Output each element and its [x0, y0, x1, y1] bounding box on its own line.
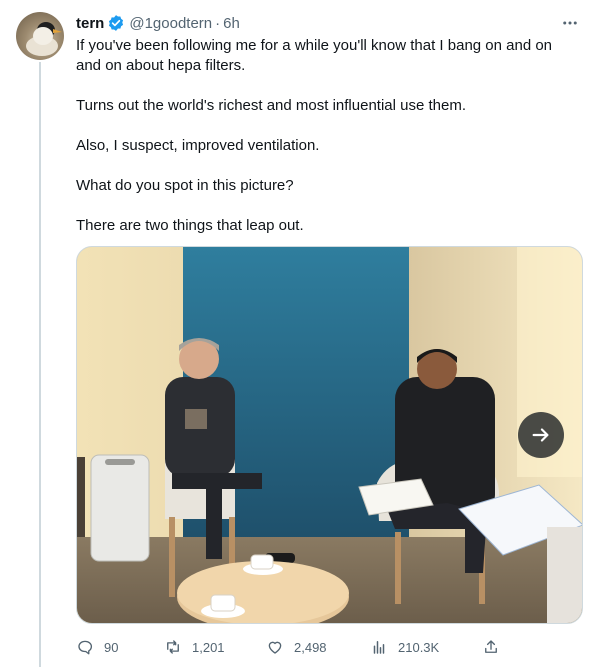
tweet-actions: 90 1,201 2,498 210.3K	[76, 636, 506, 658]
reply-count: 90	[104, 639, 119, 655]
tweet-paragraph: Turns out the world's richest and most i…	[76, 97, 466, 114]
separator-dot: ·	[215, 14, 221, 32]
like-count: 2,498	[294, 639, 327, 655]
share-button[interactable]	[482, 636, 500, 658]
timestamp[interactable]: 6h	[223, 15, 240, 32]
next-arrow-icon	[532, 428, 549, 442]
tweet-paragraph: If you've been following me for a while …	[76, 37, 553, 74]
tweet-header: tern @1goodtern · 6h	[76, 13, 582, 33]
share-icon	[485, 640, 497, 653]
views-count: 210.3K	[398, 639, 440, 655]
views-button[interactable]: 210.3K	[370, 636, 439, 658]
tweet-paragraph: Also, I suspect, improved ventilation.	[76, 137, 320, 154]
reply-button[interactable]: 90	[76, 636, 118, 658]
retweet-count: 1,201	[192, 639, 225, 655]
tweet-paragraph: There are two things that leap out.	[76, 217, 304, 234]
tweet-paragraph: What do you spot in this picture?	[76, 177, 294, 194]
views-icon	[373, 641, 385, 654]
like-icon	[268, 641, 282, 654]
retweet-icon	[167, 640, 179, 654]
verified-badge-icon	[109, 15, 124, 31]
tweet-text: If you've been following me for a while …	[76, 36, 581, 256]
like-button[interactable]: 2,498	[266, 636, 327, 658]
tweet-photo[interactable]	[76, 246, 583, 624]
more-icon[interactable]	[558, 13, 582, 33]
author-name[interactable]: tern	[76, 15, 104, 32]
retweet-button[interactable]: 1,201	[164, 636, 225, 658]
author-handle[interactable]: @1goodtern	[129, 15, 212, 32]
avatar[interactable]	[16, 12, 64, 60]
thread-line	[39, 62, 41, 667]
next-photo-button[interactable]	[518, 412, 564, 458]
reply-icon	[78, 640, 93, 655]
